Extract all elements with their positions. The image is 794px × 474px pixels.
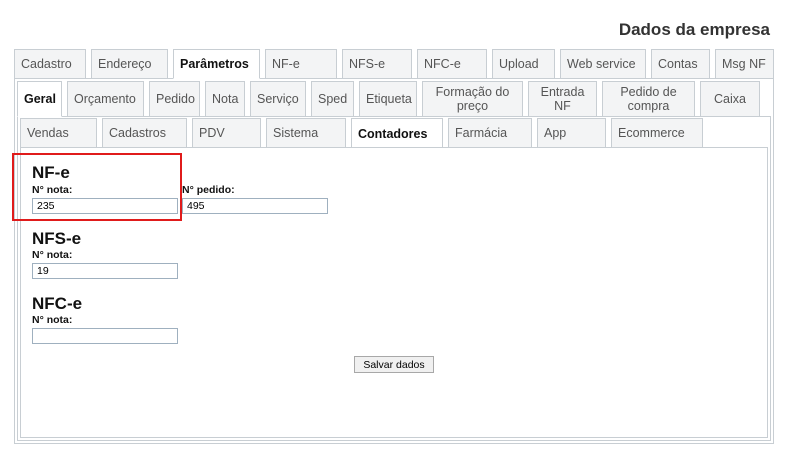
tab-endereco[interactable]: Endereço [91,49,168,79]
geral-tabs: Vendas Cadastros PDV Sistema Contadores … [20,118,703,149]
nfce-nota-input[interactable] [32,328,178,344]
tab-farmacia[interactable]: Farmácia [448,118,532,148]
tab-servico[interactable]: Serviço [250,81,306,117]
nfe-pedido-input[interactable] [182,198,328,214]
tab-caixa[interactable]: Caixa [700,81,760,117]
tab-entrada-nf[interactable]: Entrada NF [528,81,597,117]
tab-nfce[interactable]: NFC-e [417,49,487,79]
nfse-section-title: NFS-e [32,229,82,248]
tab-pedido-compra[interactable]: Pedido de compra [602,81,695,117]
tab-nfse[interactable]: NFS-e [342,49,412,79]
nfe-pedido-label: N° pedido: [182,184,235,196]
tab-web-service[interactable]: Web service [560,49,646,79]
tab-nfe[interactable]: NF-e [265,49,337,79]
tab-cadastro[interactable]: Cadastro [14,49,86,79]
tab-orcamento[interactable]: Orçamento [67,81,144,117]
tab-sped[interactable]: Sped [311,81,354,117]
tab-contadores[interactable]: Contadores [351,118,443,149]
nfe-nota-label: N° nota: [32,184,73,196]
page-title: Dados da empresa [618,20,770,39]
tab-upload[interactable]: Upload [492,49,555,79]
nfse-nota-input[interactable] [32,263,178,279]
tab-ecommerce[interactable]: Ecommerce [611,118,703,148]
nfse-nota-label: N° nota: [32,249,73,261]
tab-app[interactable]: App [537,118,606,148]
tab-contas[interactable]: Contas [651,49,710,79]
tab-geral[interactable]: Geral [17,81,62,117]
tab-pedido[interactable]: Pedido [149,81,200,117]
nfe-section-title: NF-e [32,163,70,182]
tab-sistema[interactable]: Sistema [266,118,346,148]
params-tabs: Geral Orçamento Pedido Nota Serviço Sped… [17,81,760,117]
tab-msg-nf[interactable]: Msg NF [715,49,774,79]
contadores-panel [20,147,768,438]
main-tabs: Cadastro Endereço Parâmetros NF-e NFS-e … [14,49,774,79]
tab-nota[interactable]: Nota [205,81,245,117]
tab-etiqueta[interactable]: Etiqueta [359,81,417,117]
tab-vendas[interactable]: Vendas [20,118,97,148]
nfce-nota-label: N° nota: [32,314,73,326]
tab-parametros[interactable]: Parâmetros [173,49,260,79]
save-button[interactable]: Salvar dados [354,356,434,373]
tab-formacao-preco[interactable]: Formação do preço [422,81,523,117]
nfce-section-title: NFC-e [32,294,83,313]
tab-pdv[interactable]: PDV [192,118,261,148]
tab-cadastros[interactable]: Cadastros [102,118,187,148]
nfe-nota-input[interactable] [32,198,178,214]
